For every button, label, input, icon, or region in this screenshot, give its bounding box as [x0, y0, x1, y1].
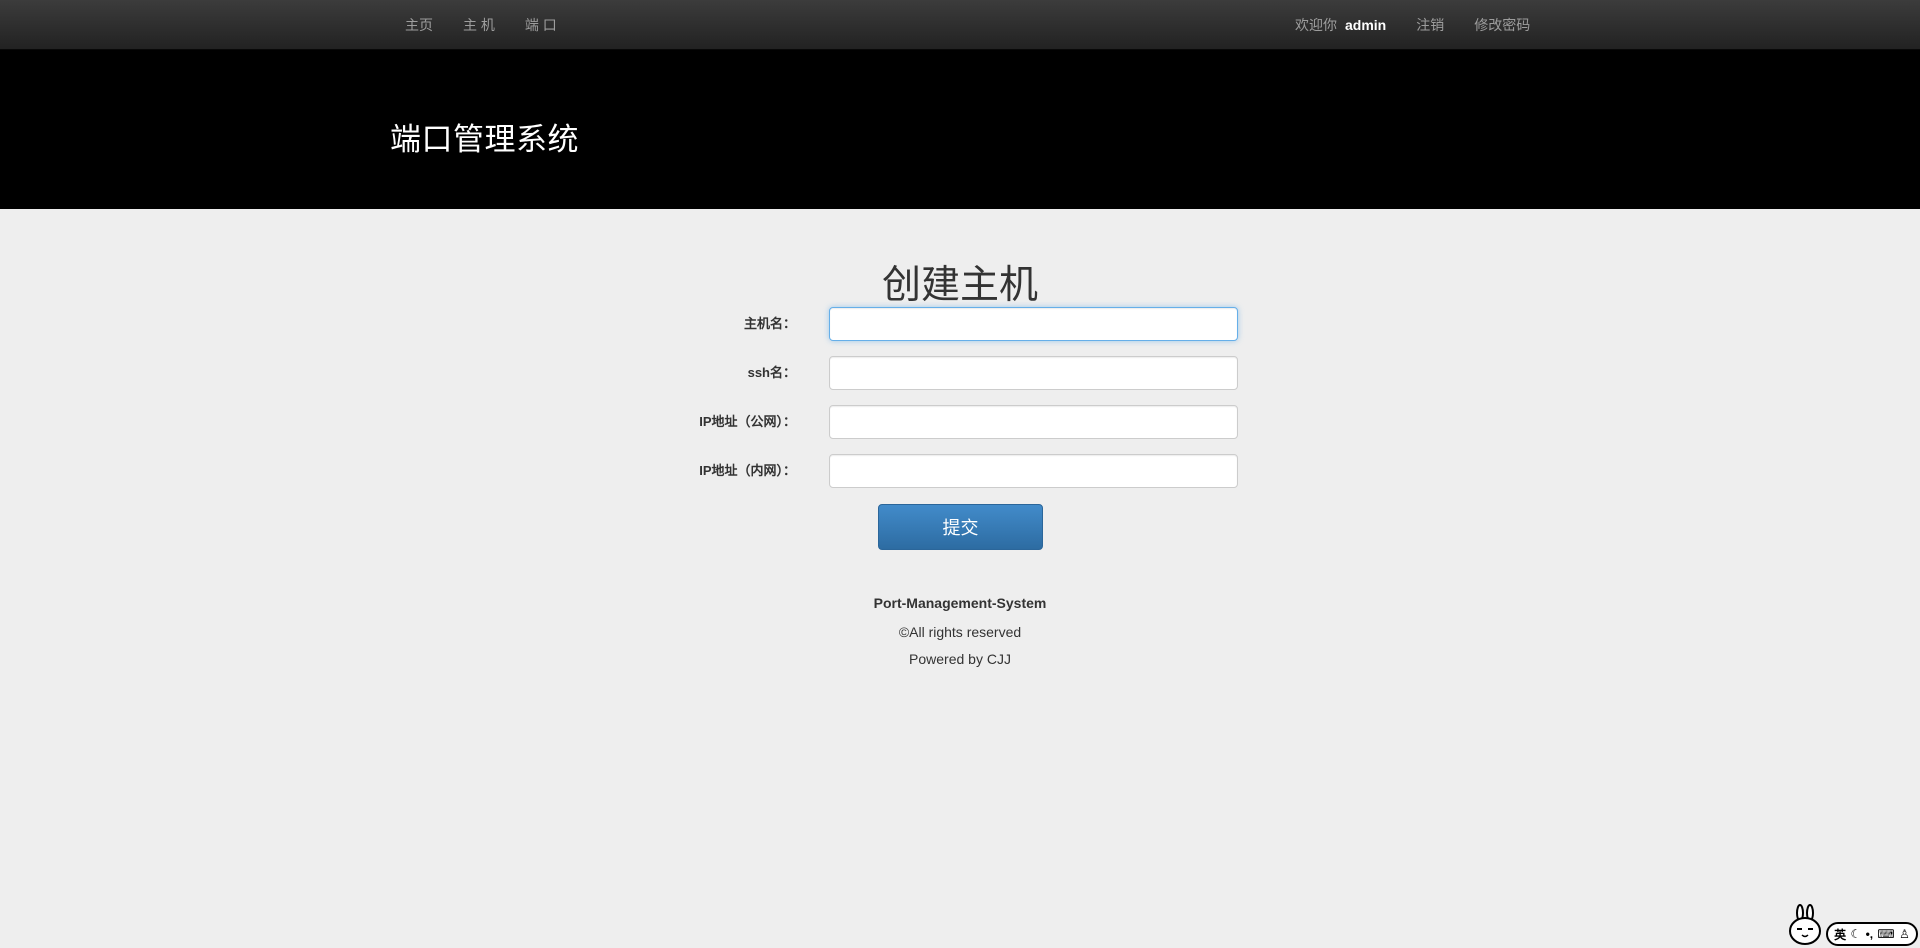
rabbit-mascot-icon — [1789, 904, 1821, 945]
footer-system-name: Port-Management-System — [873, 595, 1047, 611]
form-row-private-ip: IP地址（内网）： — [0, 454, 1920, 488]
nav-left-links: 主页 主 机 端 口 — [390, 0, 572, 50]
ssh-name-input[interactable] — [829, 356, 1238, 390]
welcome-text: 欢迎你 — [1295, 17, 1337, 33]
nav-link-hosts[interactable]: 主 机 — [448, 15, 510, 35]
form-row-ssh: ssh名： — [0, 356, 1920, 390]
form-row-hostname: 主机名： — [0, 307, 1920, 341]
form-row-public-ip: IP地址（公网）： — [0, 405, 1920, 439]
hostname-label: 主机名： — [743, 316, 796, 331]
nav-link-home[interactable]: 主页 — [390, 15, 448, 35]
private-ip-label: IP地址（内网）： — [699, 463, 796, 478]
ime-bubble: 英 ☾ •, ⌨ ♙ — [1826, 922, 1918, 946]
nav-link-ports[interactable]: 端 口 — [510, 15, 572, 35]
form-title: 创建主机 — [881, 264, 1038, 307]
private-ip-input[interactable] — [829, 454, 1238, 488]
site-header: 端口管理系统 — [0, 50, 1920, 209]
public-ip-input[interactable] — [829, 405, 1238, 439]
main-content: 创建主机 主机名： ssh名： IP地址（公网）： IP地址（内网）： 提交 P… — [0, 209, 1920, 948]
top-navbar: 主页 主 机 端 口 欢迎你 admin 注销 修改密码 — [0, 0, 1920, 50]
hostname-input[interactable] — [829, 307, 1238, 341]
footer-copyright: ©All rights reserved — [898, 624, 1022, 640]
ssh-name-label: ssh名： — [747, 365, 796, 380]
logout-link[interactable]: 注销 — [1401, 15, 1459, 35]
clothes-icon[interactable]: ♙ — [1899, 927, 1910, 941]
keyboard-icon[interactable]: ⌨ — [1877, 927, 1894, 941]
site-title: 端口管理系统 — [390, 122, 579, 157]
footer-powered-by: Powered by CJJ — [909, 651, 1011, 667]
public-ip-label: IP地址（公网）： — [699, 414, 796, 429]
page-footer: Port-Management-System ©All rights reser… — [0, 592, 1920, 669]
ime-toolbar[interactable]: 英 ☾ •, ⌨ ♙ — [1786, 904, 1920, 948]
nav-right-links: 欢迎你 admin 注销 修改密码 — [1280, 0, 1545, 50]
punctuation-icon[interactable]: •, — [1866, 927, 1874, 941]
change-password-link[interactable]: 修改密码 — [1459, 15, 1545, 35]
username-label: admin — [1345, 17, 1387, 33]
submit-button[interactable]: 提交 — [878, 504, 1043, 550]
ime-mode-label[interactable]: 英 — [1834, 926, 1846, 943]
moon-icon[interactable]: ☾ — [1850, 927, 1861, 941]
